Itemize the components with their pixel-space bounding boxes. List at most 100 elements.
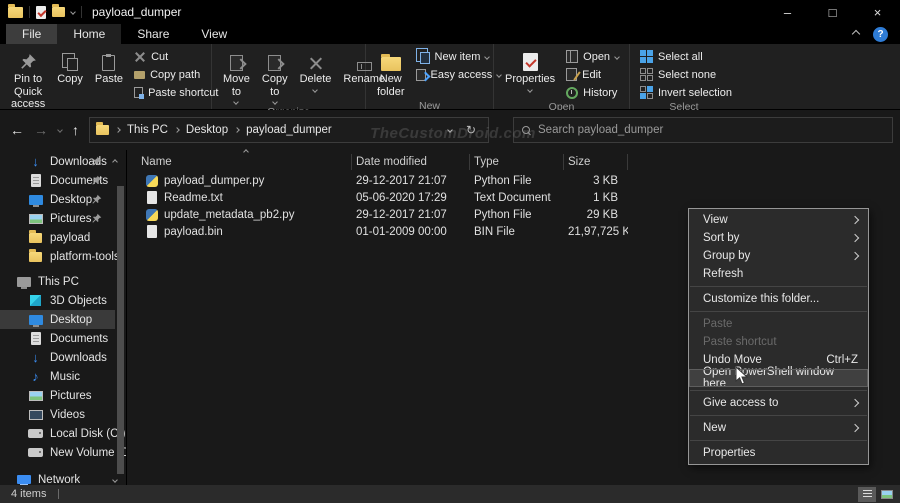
properties-label: Properties <box>505 73 556 85</box>
cut-icon <box>134 51 146 63</box>
properties-quick-icon[interactable] <box>36 5 46 19</box>
menu-item-open-powershell[interactable]: Open PowerShell window here <box>689 366 868 390</box>
maximize-button[interactable]: □ <box>810 0 855 24</box>
sidebar-item-documents-qa[interactable]: Documents <box>0 171 126 190</box>
menu-item-give-access-to[interactable]: Give access to <box>689 394 868 412</box>
invert-selection-button[interactable]: Invert selection <box>636 84 736 101</box>
breadcrumb-desktop[interactable]: Desktop <box>186 124 228 136</box>
details-view-button[interactable] <box>858 486 876 502</box>
delete-label: Delete <box>299 73 332 85</box>
file-modified: 29-12-2017 21:07 <box>356 208 447 221</box>
easy-access-button[interactable]: Easy access <box>412 66 506 83</box>
collapse-ribbon-icon[interactable] <box>851 29 861 39</box>
search-input[interactable] <box>538 124 884 136</box>
column-header-date-modified[interactable]: Date modified <box>352 154 470 170</box>
menu-label: Group by <box>703 250 751 262</box>
menu-item-view[interactable]: View <box>689 211 868 229</box>
menu-item-customize-folder[interactable]: Customize this folder... <box>689 290 868 308</box>
sidebar-item-documents[interactable]: Documents <box>0 329 126 348</box>
file-row[interactable]: Readme.txt 05-06-2020 17:29 Text Documen… <box>127 189 900 206</box>
sidebar-item-downloads-qa[interactable]: ↓ Downloads <box>0 152 126 171</box>
sidebar-item-pictures[interactable]: Pictures <box>0 386 126 405</box>
edit-label: Edit <box>582 68 602 81</box>
copy-to-button[interactable]: Copy to <box>257 47 293 106</box>
documents-icon <box>28 174 43 187</box>
help-icon[interactable]: ? <box>873 26 888 42</box>
column-header-size[interactable]: Size <box>564 154 628 170</box>
menu-item-sort-by[interactable]: Sort by <box>689 229 868 247</box>
divider <box>81 6 82 18</box>
ribbon-group-open: Properties Open Edit History Open <box>494 44 630 113</box>
menu-item-new[interactable]: New <box>689 419 868 437</box>
pin-to-quick-access-button[interactable]: Pin to Quick access <box>6 47 50 113</box>
customize-qat-chevron-icon[interactable] <box>70 9 76 15</box>
menu-item-refresh[interactable]: Refresh <box>689 265 868 283</box>
paste-button[interactable]: Paste <box>90 47 128 88</box>
new-item-button[interactable]: New item <box>412 48 506 65</box>
move-to-label: Move to <box>223 73 250 98</box>
menu-item-group-by[interactable]: Group by <box>689 247 868 265</box>
sidebar-item-pictures-qa[interactable]: Pictures <box>0 209 126 228</box>
forward-button[interactable]: → <box>34 122 48 138</box>
breadcrumb-this-pc[interactable]: This PC <box>127 124 168 136</box>
sidebar-item-desktop-qa[interactable]: Desktop <box>0 190 126 209</box>
up-button[interactable]: ↑ <box>72 122 79 138</box>
minimize-button[interactable]: – <box>765 0 810 24</box>
sidebar-label: Pictures <box>50 212 92 225</box>
column-header-name[interactable]: Name <box>137 154 352 170</box>
sidebar-item-this-pc[interactable]: This PC <box>0 272 126 291</box>
sidebar-item-downloads[interactable]: ↓ Downloads <box>0 348 126 367</box>
copy-button[interactable]: Copy <box>52 47 88 88</box>
folder-icon <box>28 229 43 243</box>
tab-home[interactable]: Home <box>57 24 122 44</box>
copy-path-button[interactable]: Copy path <box>130 66 222 83</box>
sidebar-item-music[interactable]: ♪ Music <box>0 367 126 386</box>
tab-file[interactable]: File <box>6 24 58 44</box>
sidebar-scrollbar[interactable] <box>117 186 124 474</box>
sidebar-item-platform-tools[interactable]: platform-tools <box>0 247 126 266</box>
collapse-group-chevron-icon[interactable] <box>112 158 118 165</box>
new-folder-quick-icon[interactable] <box>52 4 65 17</box>
sidebar-item-new-volume-d[interactable]: New Volume (D: <box>0 443 126 462</box>
recent-locations-chevron-icon[interactable] <box>57 127 63 133</box>
select-none-button[interactable]: Select none <box>636 66 736 83</box>
sidebar-item-payload[interactable]: payload <box>0 228 126 247</box>
file-name: update_metadata_pb2.py <box>164 208 295 221</box>
file-row[interactable]: payload_dumper.py 29-12-2017 21:07 Pytho… <box>127 172 900 189</box>
history-button[interactable]: History <box>562 84 623 101</box>
sidebar-item-videos[interactable]: Videos <box>0 405 126 424</box>
edit-button[interactable]: Edit <box>562 66 623 83</box>
paste-shortcut-icon <box>134 87 145 99</box>
sidebar-item-3d-objects[interactable]: 3D Objects <box>0 291 126 310</box>
column-header-type[interactable]: Type <box>470 154 564 170</box>
properties-button[interactable]: Properties <box>500 47 560 94</box>
file-type: Python File <box>474 208 532 221</box>
menu-label: Properties <box>703 447 756 459</box>
ribbon-group-organize: Move to Copy to Delete Rename <box>212 44 385 118</box>
address-dropdown-chevron-icon[interactable] <box>447 127 453 133</box>
title-bar: payload_dumper – □ × <box>0 0 900 24</box>
menu-item-paste-shortcut: Paste shortcut <box>689 333 868 351</box>
close-button[interactable]: × <box>855 0 900 24</box>
menu-item-properties[interactable]: Properties <box>689 444 868 462</box>
menu-separator <box>690 311 867 312</box>
select-all-button[interactable]: Select all <box>636 48 736 65</box>
address-box[interactable]: This PC Desktop payload_dumper ↻ <box>89 117 489 143</box>
refresh-icon[interactable]: ↻ <box>466 123 476 137</box>
tab-view[interactable]: View <box>185 24 243 44</box>
tab-share[interactable]: Share <box>121 24 185 44</box>
thumbnail-view-button[interactable] <box>878 487 896 502</box>
delete-button[interactable]: Delete <box>295 47 337 94</box>
back-button[interactable]: ← <box>10 122 24 138</box>
paste-shortcut-button[interactable]: Paste shortcut <box>130 84 222 101</box>
search-box[interactable] <box>513 117 893 143</box>
expand-network-chevron-icon[interactable] <box>112 476 118 483</box>
move-to-button[interactable]: Move to <box>218 47 255 106</box>
new-folder-button[interactable]: New folder <box>372 47 410 100</box>
chevron-down-icon <box>233 99 240 106</box>
sidebar-item-desktop[interactable]: Desktop <box>0 310 115 329</box>
cut-button[interactable]: Cut <box>130 48 222 65</box>
sidebar-item-local-disk-c[interactable]: Local Disk (C:) <box>0 424 126 443</box>
open-button[interactable]: Open <box>562 48 623 65</box>
breadcrumb-payload-dumper[interactable]: payload_dumper <box>246 124 332 136</box>
